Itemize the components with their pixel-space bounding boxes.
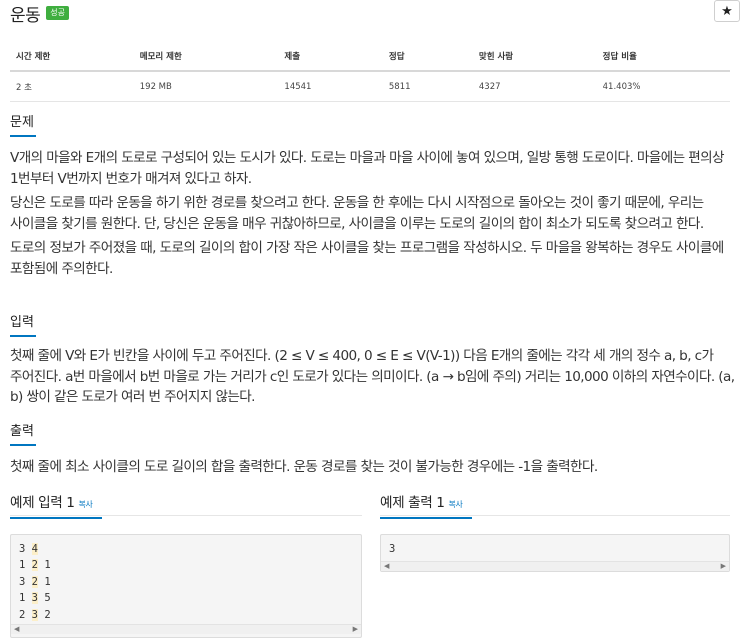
status-badge: 성공 [46, 6, 70, 20]
sample-input-scrollbar[interactable]: ◀ ▶ [11, 624, 361, 634]
time-limit-value: 2 초 [10, 71, 134, 102]
sample-input-divider [10, 515, 362, 516]
code-line: 2 3 2 [19, 608, 51, 621]
scroll-left-icon[interactable]: ◀ [384, 562, 389, 571]
sample-output-heading: 예제 출력 1 복사 [380, 491, 472, 519]
page-title: 운동 [10, 5, 41, 26]
accepted-value: 5811 [382, 71, 473, 102]
problem-description: V개의 마을와 E개의 도로로 구성되어 있는 도시가 있다. 도로는 마을과 … [10, 148, 738, 279]
input-heading: 입력 [10, 311, 36, 337]
problem-paragraph: 당신은 도로를 따라 운동을 하기 위한 경로를 찾으려고 한다. 운동을 한 … [10, 195, 704, 232]
scroll-left-icon[interactable]: ◀ [14, 625, 19, 634]
star-button[interactable]: ★ [714, 0, 740, 22]
submissions-value: 14541 [278, 71, 383, 102]
copy-sample-output-button[interactable]: 복사 [449, 500, 463, 509]
col-submissions: 제출 [278, 42, 383, 72]
problem-paragraph: V개의 마을와 E개의 도로로 구성되어 있는 도시가 있다. 도로는 마을과 … [10, 150, 725, 187]
col-accept-ratio: 정답 비율 [596, 42, 730, 72]
sample-output-scrollbar[interactable]: ◀ ▶ [381, 561, 729, 571]
output-heading-underline [10, 444, 36, 446]
scroll-right-icon[interactable]: ▶ [721, 562, 726, 571]
code-line: 1 3 5 [19, 592, 51, 605]
sample-output-divider [380, 515, 730, 516]
sample-input-underline [10, 517, 102, 519]
output-description: 첫째 줄에 최소 사이클의 도로 길이의 합을 출력한다. 운동 경로를 찾는 … [10, 457, 738, 478]
sample-output-title: 예제 출력 1 [380, 495, 445, 511]
problem-paragraph: 도로의 정보가 주어졌을 때, 도로의 길이의 합이 가장 작은 사이클을 찾는… [10, 240, 724, 277]
star-icon: ★ [721, 3, 733, 19]
output-paragraph: 첫째 줄에 최소 사이클의 도로 길이의 합을 출력한다. 운동 경로를 찾는 … [10, 459, 598, 475]
scroll-right-icon[interactable]: ▶ [353, 625, 358, 634]
problem-heading-text: 문제 [10, 115, 34, 130]
input-paragraph: 첫째 줄에 V와 E가 빈칸을 사이에 두고 주어진다. (2 ≤ V ≤ 40… [10, 348, 735, 405]
solved-users-value: 4327 [472, 71, 597, 102]
problem-title-row: 운동 성공 [10, 0, 70, 26]
code-line: 1 2 1 [19, 559, 51, 572]
copy-sample-input-button[interactable]: 복사 [79, 500, 93, 509]
col-solved-users: 맞힌 사람 [472, 42, 597, 72]
table-header-row: 시간 제한 메모리 제한 제출 정답 맞힌 사람 정답 비율 [10, 42, 730, 72]
sample-input-code[interactable]: 3 4 1 2 1 3 2 1 1 3 5 2 3 2 [10, 534, 362, 638]
col-memory-limit: 메모리 제한 [133, 42, 279, 72]
sample-output-underline [380, 517, 472, 519]
output-heading: 출력 [10, 420, 36, 446]
table-row: 2 초 192 MB 14541 5811 4327 41.403% [10, 71, 730, 102]
input-heading-text: 입력 [10, 315, 34, 330]
col-accepted: 정답 [382, 42, 473, 72]
problem-heading-underline [10, 135, 36, 137]
input-description: 첫째 줄에 V와 E가 빈칸을 사이에 두고 주어진다. (2 ≤ V ≤ 40… [10, 346, 738, 408]
problem-info-table: 시간 제한 메모리 제한 제출 정답 맞힌 사람 정답 비율 2 초 192 M… [10, 42, 730, 102]
problem-heading: 문제 [10, 111, 36, 137]
col-time-limit: 시간 제한 [10, 42, 134, 72]
sample-input-heading: 예제 입력 1 복사 [10, 491, 102, 519]
accept-ratio-value: 41.403% [596, 71, 730, 102]
memory-limit-value: 192 MB [133, 71, 279, 102]
code-line: 3 [389, 543, 396, 555]
output-heading-text: 출력 [10, 424, 34, 439]
code-line: 3 2 1 [19, 575, 51, 588]
input-heading-underline [10, 335, 36, 337]
code-line: 3 4 [19, 543, 38, 555]
sample-input-title: 예제 입력 1 [10, 495, 75, 511]
